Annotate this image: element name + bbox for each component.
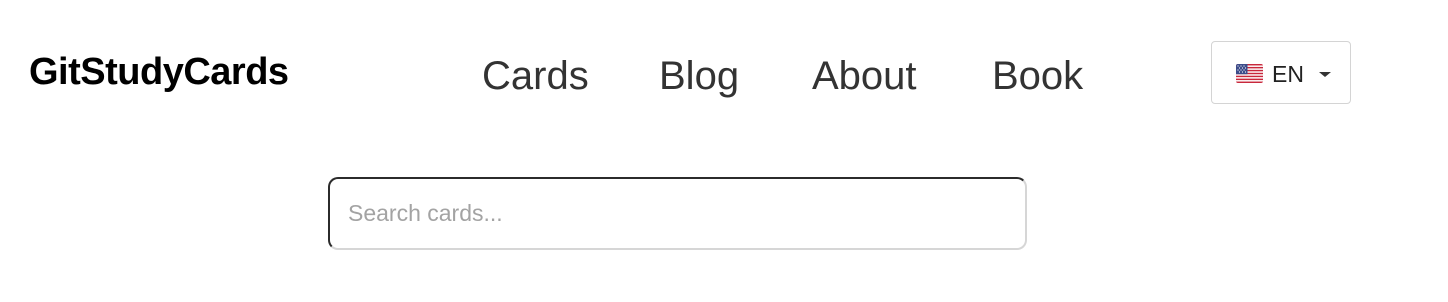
nav-link-about[interactable]: About [812,52,917,100]
caret-down-icon [1319,72,1331,77]
search-input[interactable] [328,177,1027,250]
brand-logo[interactable]: GitStudyCards [29,50,289,94]
nav-link-cards[interactable]: Cards [482,52,589,100]
nav-link-blog[interactable]: Blog [659,52,739,100]
us-flag-icon [1236,64,1263,83]
page: GitStudyCards Cards Blog About Book EN S… [0,0,1448,302]
nav-link-book[interactable]: Book [992,52,1083,100]
language-label: EN [1272,61,1304,87]
language-selector[interactable]: EN [1211,41,1351,104]
